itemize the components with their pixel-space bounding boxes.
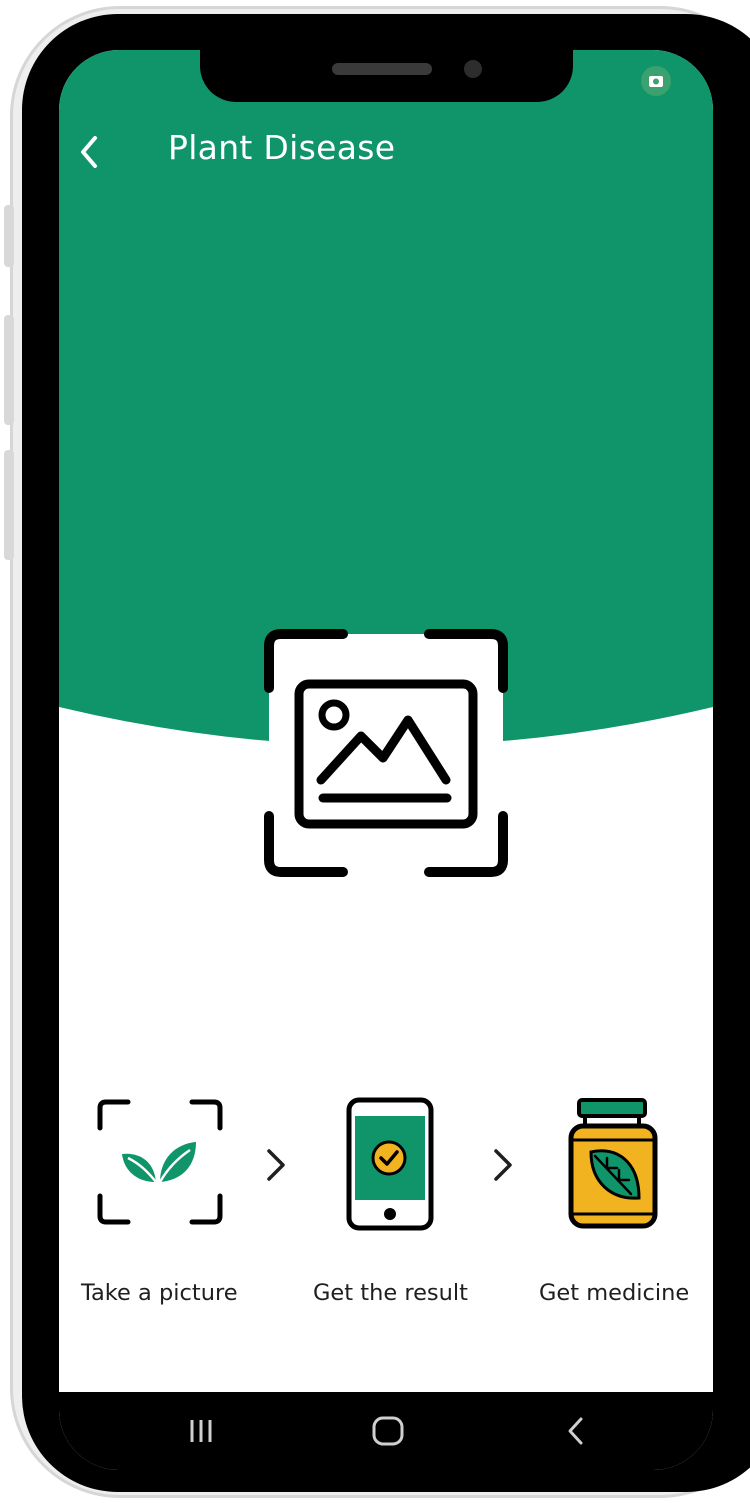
back-button[interactable] — [69, 128, 113, 176]
phone-check-icon — [346, 1097, 434, 1231]
front-camera-icon — [464, 60, 482, 78]
leaf-scan-icon — [97, 1099, 223, 1225]
step-label-get-medicine: Get medicine — [539, 1280, 690, 1306]
system-navigation-bar — [59, 1392, 713, 1470]
back-icon — [568, 1417, 583, 1445]
page-title: Plant Disease — [168, 128, 396, 167]
chevron-right-icon — [494, 1149, 512, 1181]
app-screen: Plant Disease Take a picture Get the res… — [59, 50, 713, 1470]
phone-notch — [200, 40, 573, 102]
phone-side-button — [4, 315, 14, 425]
phone-side-button — [4, 450, 14, 560]
image-scan-icon[interactable] — [261, 628, 511, 880]
recent-apps-button[interactable] — [151, 1392, 251, 1470]
medicine-jar-icon — [568, 1098, 658, 1229]
step-label-take-picture: Take a picture — [81, 1280, 238, 1306]
camera-indicator-icon — [641, 66, 671, 96]
home-icon — [372, 1416, 404, 1446]
chevron-left-icon — [81, 136, 97, 168]
home-button[interactable] — [338, 1392, 438, 1470]
phone-side-button — [4, 205, 14, 267]
recent-apps-icon — [190, 1420, 212, 1442]
speaker-icon — [332, 63, 432, 75]
step-label-get-result: Get the result — [313, 1280, 468, 1306]
nav-back-button[interactable] — [526, 1392, 626, 1470]
chevron-right-icon — [267, 1149, 285, 1181]
